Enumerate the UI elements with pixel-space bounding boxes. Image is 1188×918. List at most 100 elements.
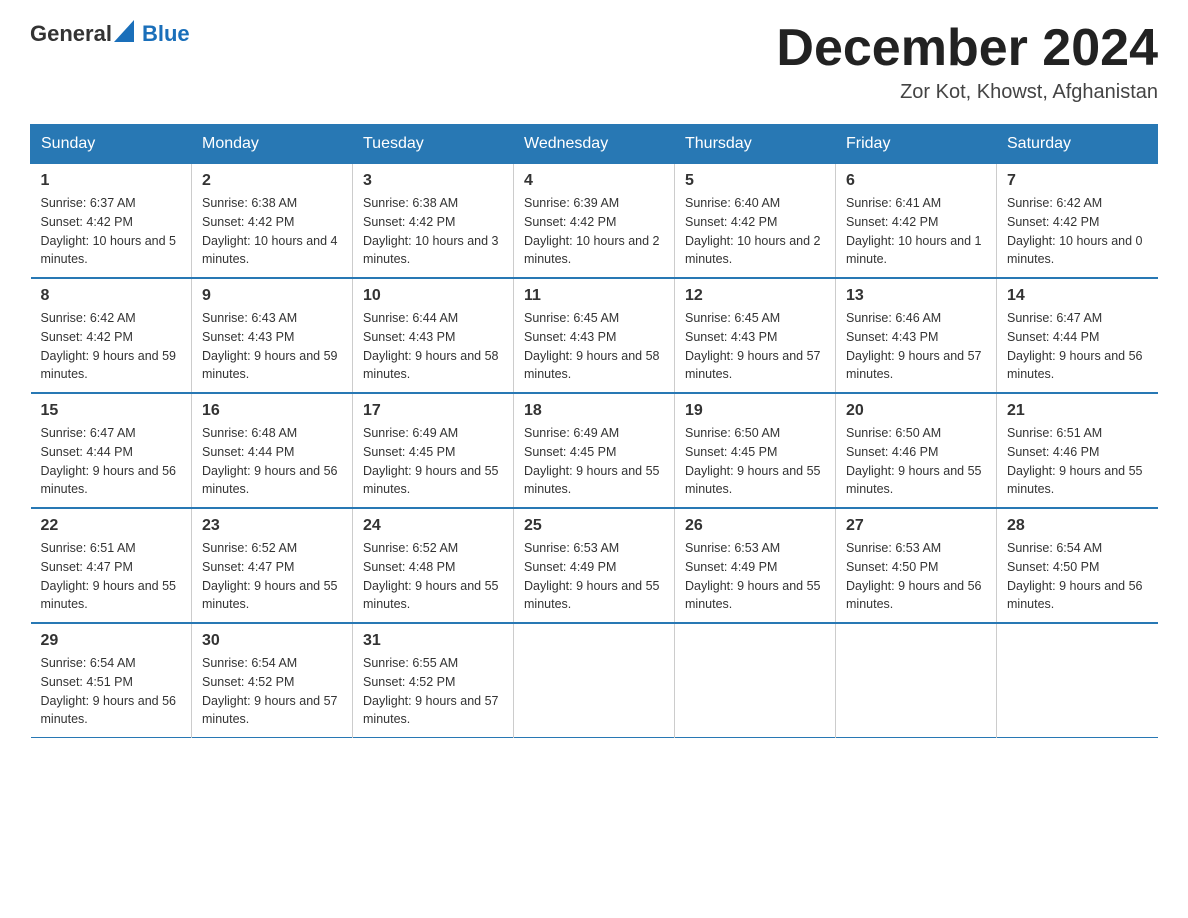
- table-row: 3 Sunrise: 6:38 AM Sunset: 4:42 PM Dayli…: [353, 164, 514, 279]
- table-row: 4 Sunrise: 6:39 AM Sunset: 4:42 PM Dayli…: [514, 164, 675, 279]
- day-number: 8: [41, 287, 182, 305]
- table-row: 24 Sunrise: 6:52 AM Sunset: 4:48 PM Dayl…: [353, 508, 514, 623]
- table-row: 7 Sunrise: 6:42 AM Sunset: 4:42 PM Dayli…: [997, 164, 1158, 279]
- day-info: Sunrise: 6:55 AM Sunset: 4:52 PM Dayligh…: [363, 654, 503, 729]
- table-row: 6 Sunrise: 6:41 AM Sunset: 4:42 PM Dayli…: [836, 164, 997, 279]
- table-row: 10 Sunrise: 6:44 AM Sunset: 4:43 PM Dayl…: [353, 278, 514, 393]
- logo-general-text: General: [30, 21, 112, 47]
- logo-blue-text: Blue: [142, 21, 190, 46]
- table-row: [675, 623, 836, 738]
- table-row: 15 Sunrise: 6:47 AM Sunset: 4:44 PM Dayl…: [31, 393, 192, 508]
- day-number: 10: [363, 287, 503, 305]
- calendar-week-row: 8 Sunrise: 6:42 AM Sunset: 4:42 PM Dayli…: [31, 278, 1158, 393]
- table-row: 13 Sunrise: 6:46 AM Sunset: 4:43 PM Dayl…: [836, 278, 997, 393]
- day-info: Sunrise: 6:53 AM Sunset: 4:49 PM Dayligh…: [524, 539, 664, 614]
- calendar-week-row: 29 Sunrise: 6:54 AM Sunset: 4:51 PM Dayl…: [31, 623, 1158, 738]
- page-header: General Blue December 2024 Zor Kot, Khow…: [30, 20, 1158, 104]
- table-row: 30 Sunrise: 6:54 AM Sunset: 4:52 PM Dayl…: [192, 623, 353, 738]
- day-info: Sunrise: 6:39 AM Sunset: 4:42 PM Dayligh…: [524, 194, 664, 269]
- table-row: 23 Sunrise: 6:52 AM Sunset: 4:47 PM Dayl…: [192, 508, 353, 623]
- day-number: 20: [846, 402, 986, 420]
- day-number: 6: [846, 172, 986, 190]
- day-info: Sunrise: 6:41 AM Sunset: 4:42 PM Dayligh…: [846, 194, 986, 269]
- table-row: 16 Sunrise: 6:48 AM Sunset: 4:44 PM Dayl…: [192, 393, 353, 508]
- day-info: Sunrise: 6:38 AM Sunset: 4:42 PM Dayligh…: [202, 194, 342, 269]
- day-info: Sunrise: 6:52 AM Sunset: 4:48 PM Dayligh…: [363, 539, 503, 614]
- day-number: 27: [846, 517, 986, 535]
- col-sunday: Sunday: [31, 125, 192, 164]
- table-row: 25 Sunrise: 6:53 AM Sunset: 4:49 PM Dayl…: [514, 508, 675, 623]
- col-friday: Friday: [836, 125, 997, 164]
- day-number: 13: [846, 287, 986, 305]
- table-row: 31 Sunrise: 6:55 AM Sunset: 4:52 PM Dayl…: [353, 623, 514, 738]
- day-number: 3: [363, 172, 503, 190]
- day-number: 2: [202, 172, 342, 190]
- table-row: 26 Sunrise: 6:53 AM Sunset: 4:49 PM Dayl…: [675, 508, 836, 623]
- table-row: 9 Sunrise: 6:43 AM Sunset: 4:43 PM Dayli…: [192, 278, 353, 393]
- table-row: 14 Sunrise: 6:47 AM Sunset: 4:44 PM Dayl…: [997, 278, 1158, 393]
- day-info: Sunrise: 6:37 AM Sunset: 4:42 PM Dayligh…: [41, 194, 182, 269]
- day-info: Sunrise: 6:51 AM Sunset: 4:47 PM Dayligh…: [41, 539, 182, 614]
- day-info: Sunrise: 6:53 AM Sunset: 4:49 PM Dayligh…: [685, 539, 825, 614]
- day-info: Sunrise: 6:46 AM Sunset: 4:43 PM Dayligh…: [846, 309, 986, 384]
- day-number: 9: [202, 287, 342, 305]
- table-row: 20 Sunrise: 6:50 AM Sunset: 4:46 PM Dayl…: [836, 393, 997, 508]
- day-info: Sunrise: 6:45 AM Sunset: 4:43 PM Dayligh…: [524, 309, 664, 384]
- table-row: 1 Sunrise: 6:37 AM Sunset: 4:42 PM Dayli…: [31, 164, 192, 279]
- day-info: Sunrise: 6:53 AM Sunset: 4:50 PM Dayligh…: [846, 539, 986, 614]
- day-number: 25: [524, 517, 664, 535]
- col-thursday: Thursday: [675, 125, 836, 164]
- day-info: Sunrise: 6:43 AM Sunset: 4:43 PM Dayligh…: [202, 309, 342, 384]
- day-number: 7: [1007, 172, 1148, 190]
- day-number: 15: [41, 402, 182, 420]
- day-info: Sunrise: 6:54 AM Sunset: 4:52 PM Dayligh…: [202, 654, 342, 729]
- table-row: 29 Sunrise: 6:54 AM Sunset: 4:51 PM Dayl…: [31, 623, 192, 738]
- day-number: 22: [41, 517, 182, 535]
- day-info: Sunrise: 6:54 AM Sunset: 4:50 PM Dayligh…: [1007, 539, 1148, 614]
- day-number: 12: [685, 287, 825, 305]
- table-row: 8 Sunrise: 6:42 AM Sunset: 4:42 PM Dayli…: [31, 278, 192, 393]
- day-number: 16: [202, 402, 342, 420]
- day-info: Sunrise: 6:45 AM Sunset: 4:43 PM Dayligh…: [685, 309, 825, 384]
- col-tuesday: Tuesday: [353, 125, 514, 164]
- day-number: 5: [685, 172, 825, 190]
- col-wednesday: Wednesday: [514, 125, 675, 164]
- day-number: 19: [685, 402, 825, 420]
- day-number: 31: [363, 632, 503, 650]
- calendar-week-row: 1 Sunrise: 6:37 AM Sunset: 4:42 PM Dayli…: [31, 164, 1158, 279]
- table-row: 12 Sunrise: 6:45 AM Sunset: 4:43 PM Dayl…: [675, 278, 836, 393]
- location-text: Zor Kot, Khowst, Afghanistan: [776, 81, 1158, 104]
- day-number: 1: [41, 172, 182, 190]
- day-info: Sunrise: 6:48 AM Sunset: 4:44 PM Dayligh…: [202, 424, 342, 499]
- calendar-week-row: 22 Sunrise: 6:51 AM Sunset: 4:47 PM Dayl…: [31, 508, 1158, 623]
- day-info: Sunrise: 6:49 AM Sunset: 4:45 PM Dayligh…: [363, 424, 503, 499]
- calendar-header-row: Sunday Monday Tuesday Wednesday Thursday…: [31, 125, 1158, 164]
- day-number: 18: [524, 402, 664, 420]
- day-number: 17: [363, 402, 503, 420]
- day-number: 21: [1007, 402, 1148, 420]
- day-info: Sunrise: 6:47 AM Sunset: 4:44 PM Dayligh…: [1007, 309, 1148, 384]
- table-row: 22 Sunrise: 6:51 AM Sunset: 4:47 PM Dayl…: [31, 508, 192, 623]
- logo-triangle-icon: [114, 20, 134, 42]
- day-number: 14: [1007, 287, 1148, 305]
- day-info: Sunrise: 6:52 AM Sunset: 4:47 PM Dayligh…: [202, 539, 342, 614]
- table-row: 27 Sunrise: 6:53 AM Sunset: 4:50 PM Dayl…: [836, 508, 997, 623]
- day-info: Sunrise: 6:51 AM Sunset: 4:46 PM Dayligh…: [1007, 424, 1148, 499]
- table-row: 19 Sunrise: 6:50 AM Sunset: 4:45 PM Dayl…: [675, 393, 836, 508]
- table-row: 17 Sunrise: 6:49 AM Sunset: 4:45 PM Dayl…: [353, 393, 514, 508]
- day-info: Sunrise: 6:42 AM Sunset: 4:42 PM Dayligh…: [1007, 194, 1148, 269]
- table-row: [836, 623, 997, 738]
- table-row: 5 Sunrise: 6:40 AM Sunset: 4:42 PM Dayli…: [675, 164, 836, 279]
- day-number: 24: [363, 517, 503, 535]
- table-row: [997, 623, 1158, 738]
- day-number: 30: [202, 632, 342, 650]
- month-title: December 2024: [776, 20, 1158, 77]
- day-info: Sunrise: 6:42 AM Sunset: 4:42 PM Dayligh…: [41, 309, 182, 384]
- day-info: Sunrise: 6:50 AM Sunset: 4:45 PM Dayligh…: [685, 424, 825, 499]
- day-number: 26: [685, 517, 825, 535]
- day-info: Sunrise: 6:40 AM Sunset: 4:42 PM Dayligh…: [685, 194, 825, 269]
- day-info: Sunrise: 6:47 AM Sunset: 4:44 PM Dayligh…: [41, 424, 182, 499]
- table-row: 2 Sunrise: 6:38 AM Sunset: 4:42 PM Dayli…: [192, 164, 353, 279]
- day-info: Sunrise: 6:49 AM Sunset: 4:45 PM Dayligh…: [524, 424, 664, 499]
- col-saturday: Saturday: [997, 125, 1158, 164]
